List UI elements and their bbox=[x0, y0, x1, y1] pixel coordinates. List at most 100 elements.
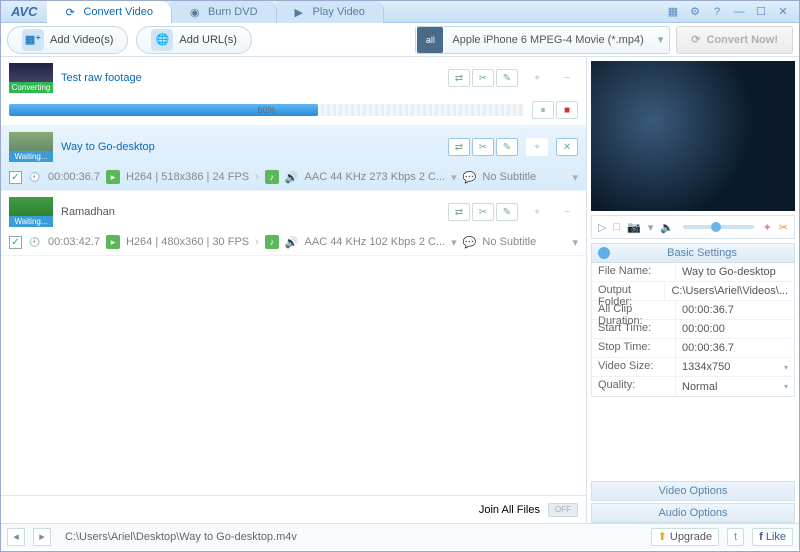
header-label: Audio Options bbox=[658, 507, 727, 519]
preview-toolbar: ▷ □ 📷 ▾ 🔈 ✦ ✂ bbox=[591, 215, 795, 239]
disc-icon: ◉ bbox=[190, 6, 202, 18]
status-badge: Waiting... bbox=[9, 216, 53, 227]
volume-icon[interactable]: 🔈 bbox=[658, 221, 676, 234]
cut-icon[interactable]: ✂ bbox=[777, 221, 790, 234]
next-icon[interactable]: ▸ bbox=[33, 528, 51, 546]
settings-icon[interactable]: ▦ bbox=[665, 4, 681, 20]
video-codec: H264 | 518x386 | 24 FPS bbox=[126, 171, 249, 183]
thumbnail: Converting bbox=[9, 63, 53, 93]
item-title: Way to Go-desktop bbox=[61, 141, 440, 153]
value-video-size[interactable]: 1334x750▾ bbox=[676, 358, 794, 376]
wand-icon[interactable]: ✎ bbox=[496, 138, 518, 156]
convert-now-button[interactable]: ⟳Convert Now! bbox=[676, 26, 793, 54]
basic-settings-header[interactable]: Basic Settings bbox=[591, 243, 795, 263]
tab-burn-dvd[interactable]: ◉Burn DVD bbox=[172, 1, 277, 23]
checkbox[interactable]: ✓ bbox=[9, 171, 22, 184]
swap-icon[interactable]: ⇄ bbox=[448, 69, 470, 87]
play-icon[interactable]: ▷ bbox=[596, 221, 608, 234]
duration: 00:03:42.7 bbox=[48, 236, 100, 248]
header-label: Basic Settings bbox=[616, 247, 788, 259]
list-item[interactable]: Converting Test raw footage ⇄ ✂ ✎ + − 60… bbox=[1, 57, 586, 126]
list-item[interactable]: Waiting... Way to Go-desktop ⇄ ✂ ✎ + ✕ ✓… bbox=[1, 126, 586, 191]
swap-icon[interactable]: ⇄ bbox=[448, 138, 470, 156]
list-footer: Join All Files OFF bbox=[1, 495, 586, 523]
snapshot-icon[interactable]: 📷 bbox=[625, 221, 643, 234]
tab-label: Convert Video bbox=[83, 6, 153, 18]
help-icon[interactable]: ? bbox=[709, 4, 725, 20]
value-quality[interactable]: Normal▾ bbox=[676, 377, 794, 396]
subtitle: No Subtitle bbox=[482, 171, 536, 183]
remove-icon[interactable]: − bbox=[556, 69, 578, 87]
button-label: Add Video(s) bbox=[50, 34, 113, 46]
tool-icon[interactable]: ✦ bbox=[761, 221, 774, 234]
thumbnail: Waiting... bbox=[9, 132, 53, 162]
chevron-down-icon[interactable]: ▾ bbox=[572, 236, 578, 249]
file-list: Converting Test raw footage ⇄ ✂ ✎ + − 60… bbox=[1, 57, 587, 523]
value-stop-time[interactable]: 00:00:36.7 bbox=[676, 339, 794, 357]
tab-convert-video[interactable]: ⟳Convert Video bbox=[47, 1, 172, 23]
swap-icon[interactable]: ⇄ bbox=[448, 203, 470, 221]
add-video-button[interactable]: ▦⁺ Add Video(s) bbox=[7, 26, 128, 54]
close-icon[interactable]: ✕ bbox=[775, 4, 791, 20]
chevron-down-icon[interactable]: ▾ bbox=[451, 236, 457, 249]
add-url-button[interactable]: 🌐Add URL(s) bbox=[136, 26, 251, 54]
value-output-folder[interactable]: C:\Users\Ariel\Videos\... bbox=[665, 282, 794, 300]
progress-bar: 60% bbox=[9, 104, 524, 116]
audio-options-header[interactable]: Audio Options bbox=[591, 503, 795, 523]
speaker-icon[interactable]: 🔊 bbox=[285, 236, 299, 249]
minimize-icon[interactable]: — bbox=[731, 4, 747, 20]
profile-icon: all bbox=[417, 27, 443, 53]
subtitle-icon: 💬 bbox=[463, 236, 477, 249]
remove-icon[interactable]: ✕ bbox=[556, 138, 578, 156]
prev-icon[interactable]: ◂ bbox=[7, 528, 25, 546]
clock-icon: 🕘 bbox=[28, 170, 42, 184]
video-preview[interactable] bbox=[591, 61, 795, 211]
twitter-button[interactable]: t bbox=[727, 528, 744, 546]
add-icon[interactable]: + bbox=[526, 138, 548, 156]
dot-icon bbox=[598, 247, 610, 259]
status-bar: ◂ ▸ C:\Users\Ariel\Desktop\Way to Go-des… bbox=[1, 523, 799, 549]
titlebar: AVC ⟳Convert Video ◉Burn DVD ▶Play Video… bbox=[1, 1, 799, 23]
tab-play-video[interactable]: ▶Play Video bbox=[277, 1, 384, 23]
join-toggle[interactable]: OFF bbox=[548, 503, 578, 517]
value-duration: 00:00:36.7 bbox=[676, 301, 794, 319]
cut-icon[interactable]: ✂ bbox=[472, 203, 494, 221]
item-details: ✓ 🕘 00:00:36.7 ▸ H264 | 518x386 | 24 FPS… bbox=[9, 170, 578, 184]
chevron-down-icon[interactable]: ▾ bbox=[572, 171, 578, 184]
chevron-right-icon[interactable]: › bbox=[255, 171, 259, 183]
video-options-header[interactable]: Video Options bbox=[591, 481, 795, 501]
refresh-icon: ⟳ bbox=[691, 33, 700, 46]
maximize-icon[interactable]: ☐ bbox=[753, 4, 769, 20]
duration: 00:00:36.7 bbox=[48, 171, 100, 183]
film-plus-icon: ▦⁺ bbox=[22, 29, 44, 51]
facebook-like-button[interactable]: f Like bbox=[752, 528, 793, 546]
value-start-time[interactable]: 00:00:00 bbox=[676, 320, 794, 338]
speaker-icon[interactable]: 🔊 bbox=[285, 171, 299, 184]
upgrade-button[interactable]: ⬆Upgrade bbox=[651, 528, 719, 546]
list-item[interactable]: Waiting... Ramadhan ⇄ ✂ ✎ + − ✓ 🕘 00:03:… bbox=[1, 191, 586, 256]
audio-codec: AAC 44 KHz 273 Kbps 2 C... bbox=[305, 171, 446, 183]
stop-icon[interactable]: ■ bbox=[556, 101, 578, 119]
cut-icon[interactable]: ✂ bbox=[472, 138, 494, 156]
stop-icon[interactable]: □ bbox=[611, 221, 622, 233]
progress-pct: 60% bbox=[257, 104, 275, 116]
chevron-down-icon[interactable]: ▾ bbox=[451, 171, 457, 184]
checkbox[interactable]: ✓ bbox=[9, 236, 22, 249]
gear-icon[interactable]: ⚙ bbox=[687, 4, 703, 20]
clock-icon: 🕘 bbox=[28, 235, 42, 249]
chevron-right-icon[interactable]: › bbox=[255, 236, 259, 248]
add-icon[interactable]: + bbox=[526, 69, 548, 87]
wand-icon[interactable]: ✎ bbox=[496, 203, 518, 221]
cut-icon[interactable]: ✂ bbox=[472, 69, 494, 87]
pause-icon[interactable]: ⏸ bbox=[532, 101, 554, 119]
volume-slider[interactable] bbox=[683, 225, 754, 229]
toolbar: ▦⁺ Add Video(s) 🌐Add URL(s) all Apple iPh… bbox=[1, 23, 799, 57]
basic-settings: File Name:Way to Go-desktop Output Folde… bbox=[591, 263, 795, 397]
value-filename[interactable]: Way to Go-desktop bbox=[676, 263, 794, 281]
chevron-down-icon[interactable]: ▾ bbox=[646, 221, 656, 234]
remove-icon[interactable]: − bbox=[556, 203, 578, 221]
window-controls: ▦ ⚙ ? — ☐ ✕ bbox=[657, 4, 799, 20]
output-profile-select[interactable]: all Apple iPhone 6 MPEG-4 Movie (*.mp4) … bbox=[415, 26, 670, 54]
wand-icon[interactable]: ✎ bbox=[496, 69, 518, 87]
add-icon[interactable]: + bbox=[526, 203, 548, 221]
